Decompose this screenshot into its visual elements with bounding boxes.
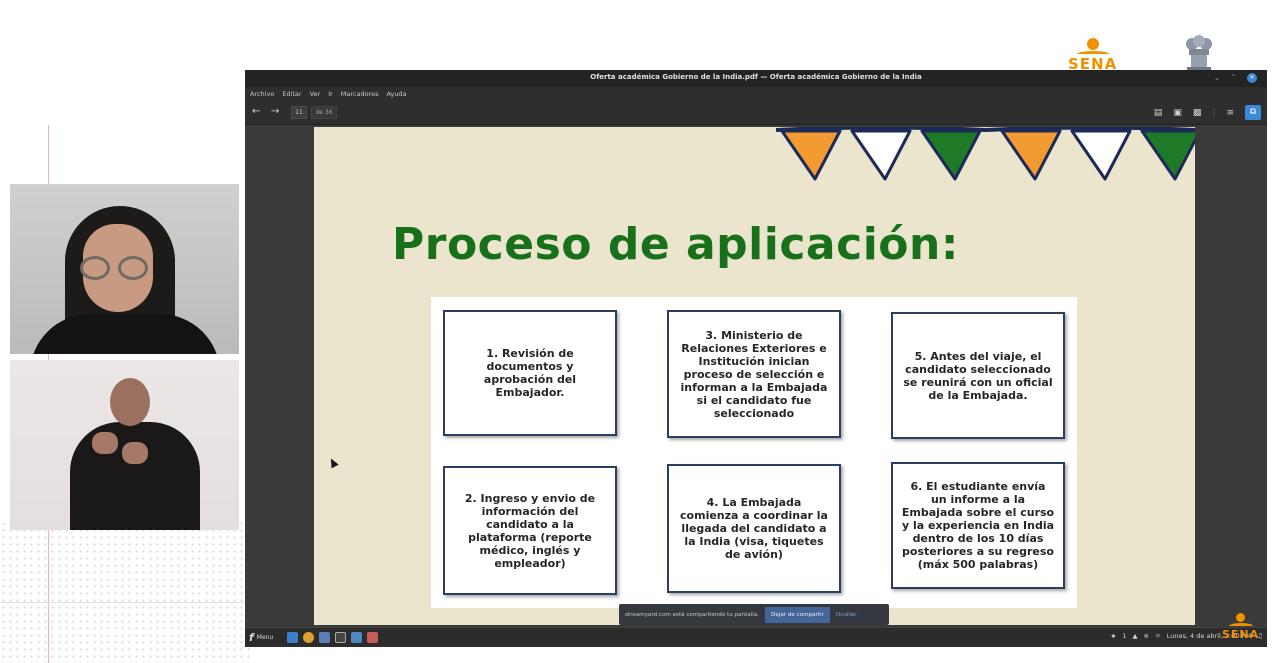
hide-share-bar-button[interactable]: Ocultar <box>836 612 857 618</box>
background-dot-pattern <box>0 520 250 663</box>
sena-logo-word: SENA <box>1068 55 1118 73</box>
pdf-viewer-taskbar-icon[interactable] <box>367 632 378 643</box>
camera-feed-sign-interpreter <box>10 360 239 530</box>
step-text-1: 1. Revisión de documentos y aprobación d… <box>483 347 577 399</box>
step-text-4: 4. La Embajada comienza a coordinar la l… <box>680 496 828 561</box>
taskbar: f Menu ★ 1 ▲ ※ ☼ Lunes, 4 de abril, 3:00… <box>245 627 1267 647</box>
document-canvas[interactable]: Proceso de aplicación: 1. Revisión de do… <box>245 125 1267 627</box>
sena-watermark-word: SENA <box>1222 628 1260 641</box>
steps-panel: 1. Revisión de documentos y aprobación d… <box>431 297 1077 608</box>
screen-share-bar: streamyard.com está compartiendo tu pant… <box>619 604 889 625</box>
tray-count: 1 <box>1122 632 1127 640</box>
step-box-3: 3. Ministerio de Relaciones Exteriores e… <box>667 310 841 438</box>
bunting-flag <box>1000 129 1062 181</box>
menu-ir[interactable]: Ir <box>328 90 333 98</box>
menu-marcadores[interactable]: Marcadores <box>341 90 379 98</box>
step-text-6: 6. El estudiante envía un informe a la E… <box>901 480 1055 571</box>
maximize-icon[interactable]: ⌃ <box>1230 73 1237 83</box>
taskbar-menu-label: Menu <box>256 634 274 641</box>
step-text-2: 2. Ingreso y envio de información del ca… <box>464 491 596 570</box>
background-divider-line <box>0 602 245 603</box>
brightness-icon[interactable]: ☼ <box>1155 632 1161 640</box>
menu-ayuda[interactable]: Ayuda <box>386 90 406 98</box>
sena-logo-watermark: SENA <box>1222 613 1259 640</box>
single-page-view-icon[interactable]: ▤ <box>1154 106 1163 120</box>
sena-logo: SENA <box>1068 38 1118 73</box>
notification-icon[interactable]: ★ <box>1111 632 1117 640</box>
browser-icon[interactable] <box>303 632 314 643</box>
bunting-decoration <box>776 127 1195 181</box>
bunting-flag <box>920 129 982 181</box>
file-manager-icon[interactable] <box>319 632 330 643</box>
pdf-viewer-window: Oferta académica Gobierno de la India.pd… <box>245 70 1267 647</box>
window-titlebar: Oferta académica Gobierno de la India.pd… <box>245 70 1267 87</box>
forward-arrow-icon[interactable]: → <box>271 106 279 118</box>
camera-feed-presenter <box>10 184 239 354</box>
slide-title: Proceso de aplicación: <box>392 219 959 270</box>
bunting-flag <box>850 129 912 181</box>
step-box-6: 6. El estudiante envía un informe a la E… <box>891 462 1065 589</box>
step-text-3: 3. Ministerio de Relaciones Exteriores e… <box>680 328 828 420</box>
folder-icon[interactable] <box>351 632 362 643</box>
bluetooth-icon[interactable]: ※ <box>1144 632 1149 640</box>
step-box-5: 5. Antes del viaje, el candidato selecci… <box>891 312 1065 439</box>
step-box-1: 1. Revisión de documentos y aprobación d… <box>443 310 617 436</box>
distro-logo-icon: f <box>249 631 254 644</box>
sidebar-toggle-icon[interactable]: ⧉ <box>1245 105 1261 120</box>
pdf-page: Proceso de aplicación: 1. Revisión de do… <box>314 127 1195 625</box>
fit-page-icon[interactable]: ▣ <box>1173 106 1182 120</box>
step-text-5: 5. Antes del viaje, el candidato selecci… <box>903 349 1053 402</box>
taskbar-menu-button[interactable]: f Menu <box>249 631 273 644</box>
minimize-icon[interactable]: ⌄ <box>1214 73 1221 83</box>
menu-ver[interactable]: Ver <box>310 90 321 98</box>
bunting-flag <box>780 129 842 181</box>
show-desktop-icon[interactable] <box>287 632 298 643</box>
page-number-input[interactable]: 11 <box>291 106 307 119</box>
step-box-2: 2. Ingreso y envio de información del ca… <box>443 466 617 595</box>
menu-editar[interactable]: Editar <box>282 90 301 98</box>
window-title: Oferta académica Gobierno de la India.pd… <box>590 73 922 81</box>
viewer-toolbar: ← → 11 de 36 ▤ ▣ ▩ | ≡ ⧉ <box>245 101 1267 125</box>
step-box-4: 4. La Embajada comienza a coordinar la l… <box>667 464 841 593</box>
menu-lines-icon[interactable]: ≡ <box>1226 106 1234 120</box>
network-icon[interactable]: ▲ <box>1133 632 1138 640</box>
close-icon[interactable]: ✕ <box>1247 73 1257 83</box>
stop-sharing-button[interactable]: Dejar de compartir <box>765 606 830 623</box>
toolbar-separator: | <box>1212 107 1216 118</box>
india-emblem-icon <box>1186 35 1212 71</box>
fit-width-icon[interactable]: ▩ <box>1193 106 1202 120</box>
share-status-text: streamyard.com está compartiendo tu pant… <box>625 611 760 618</box>
bunting-flag <box>1070 129 1132 181</box>
menubar: Archivo Editar Ver Ir Marcadores Ayuda <box>245 87 1267 101</box>
terminal-icon[interactable] <box>335 632 346 643</box>
bunting-flag <box>1140 129 1195 181</box>
menu-archivo[interactable]: Archivo <box>250 90 274 98</box>
back-arrow-icon[interactable]: ← <box>252 106 260 118</box>
page-total-label: de 36 <box>311 106 337 119</box>
